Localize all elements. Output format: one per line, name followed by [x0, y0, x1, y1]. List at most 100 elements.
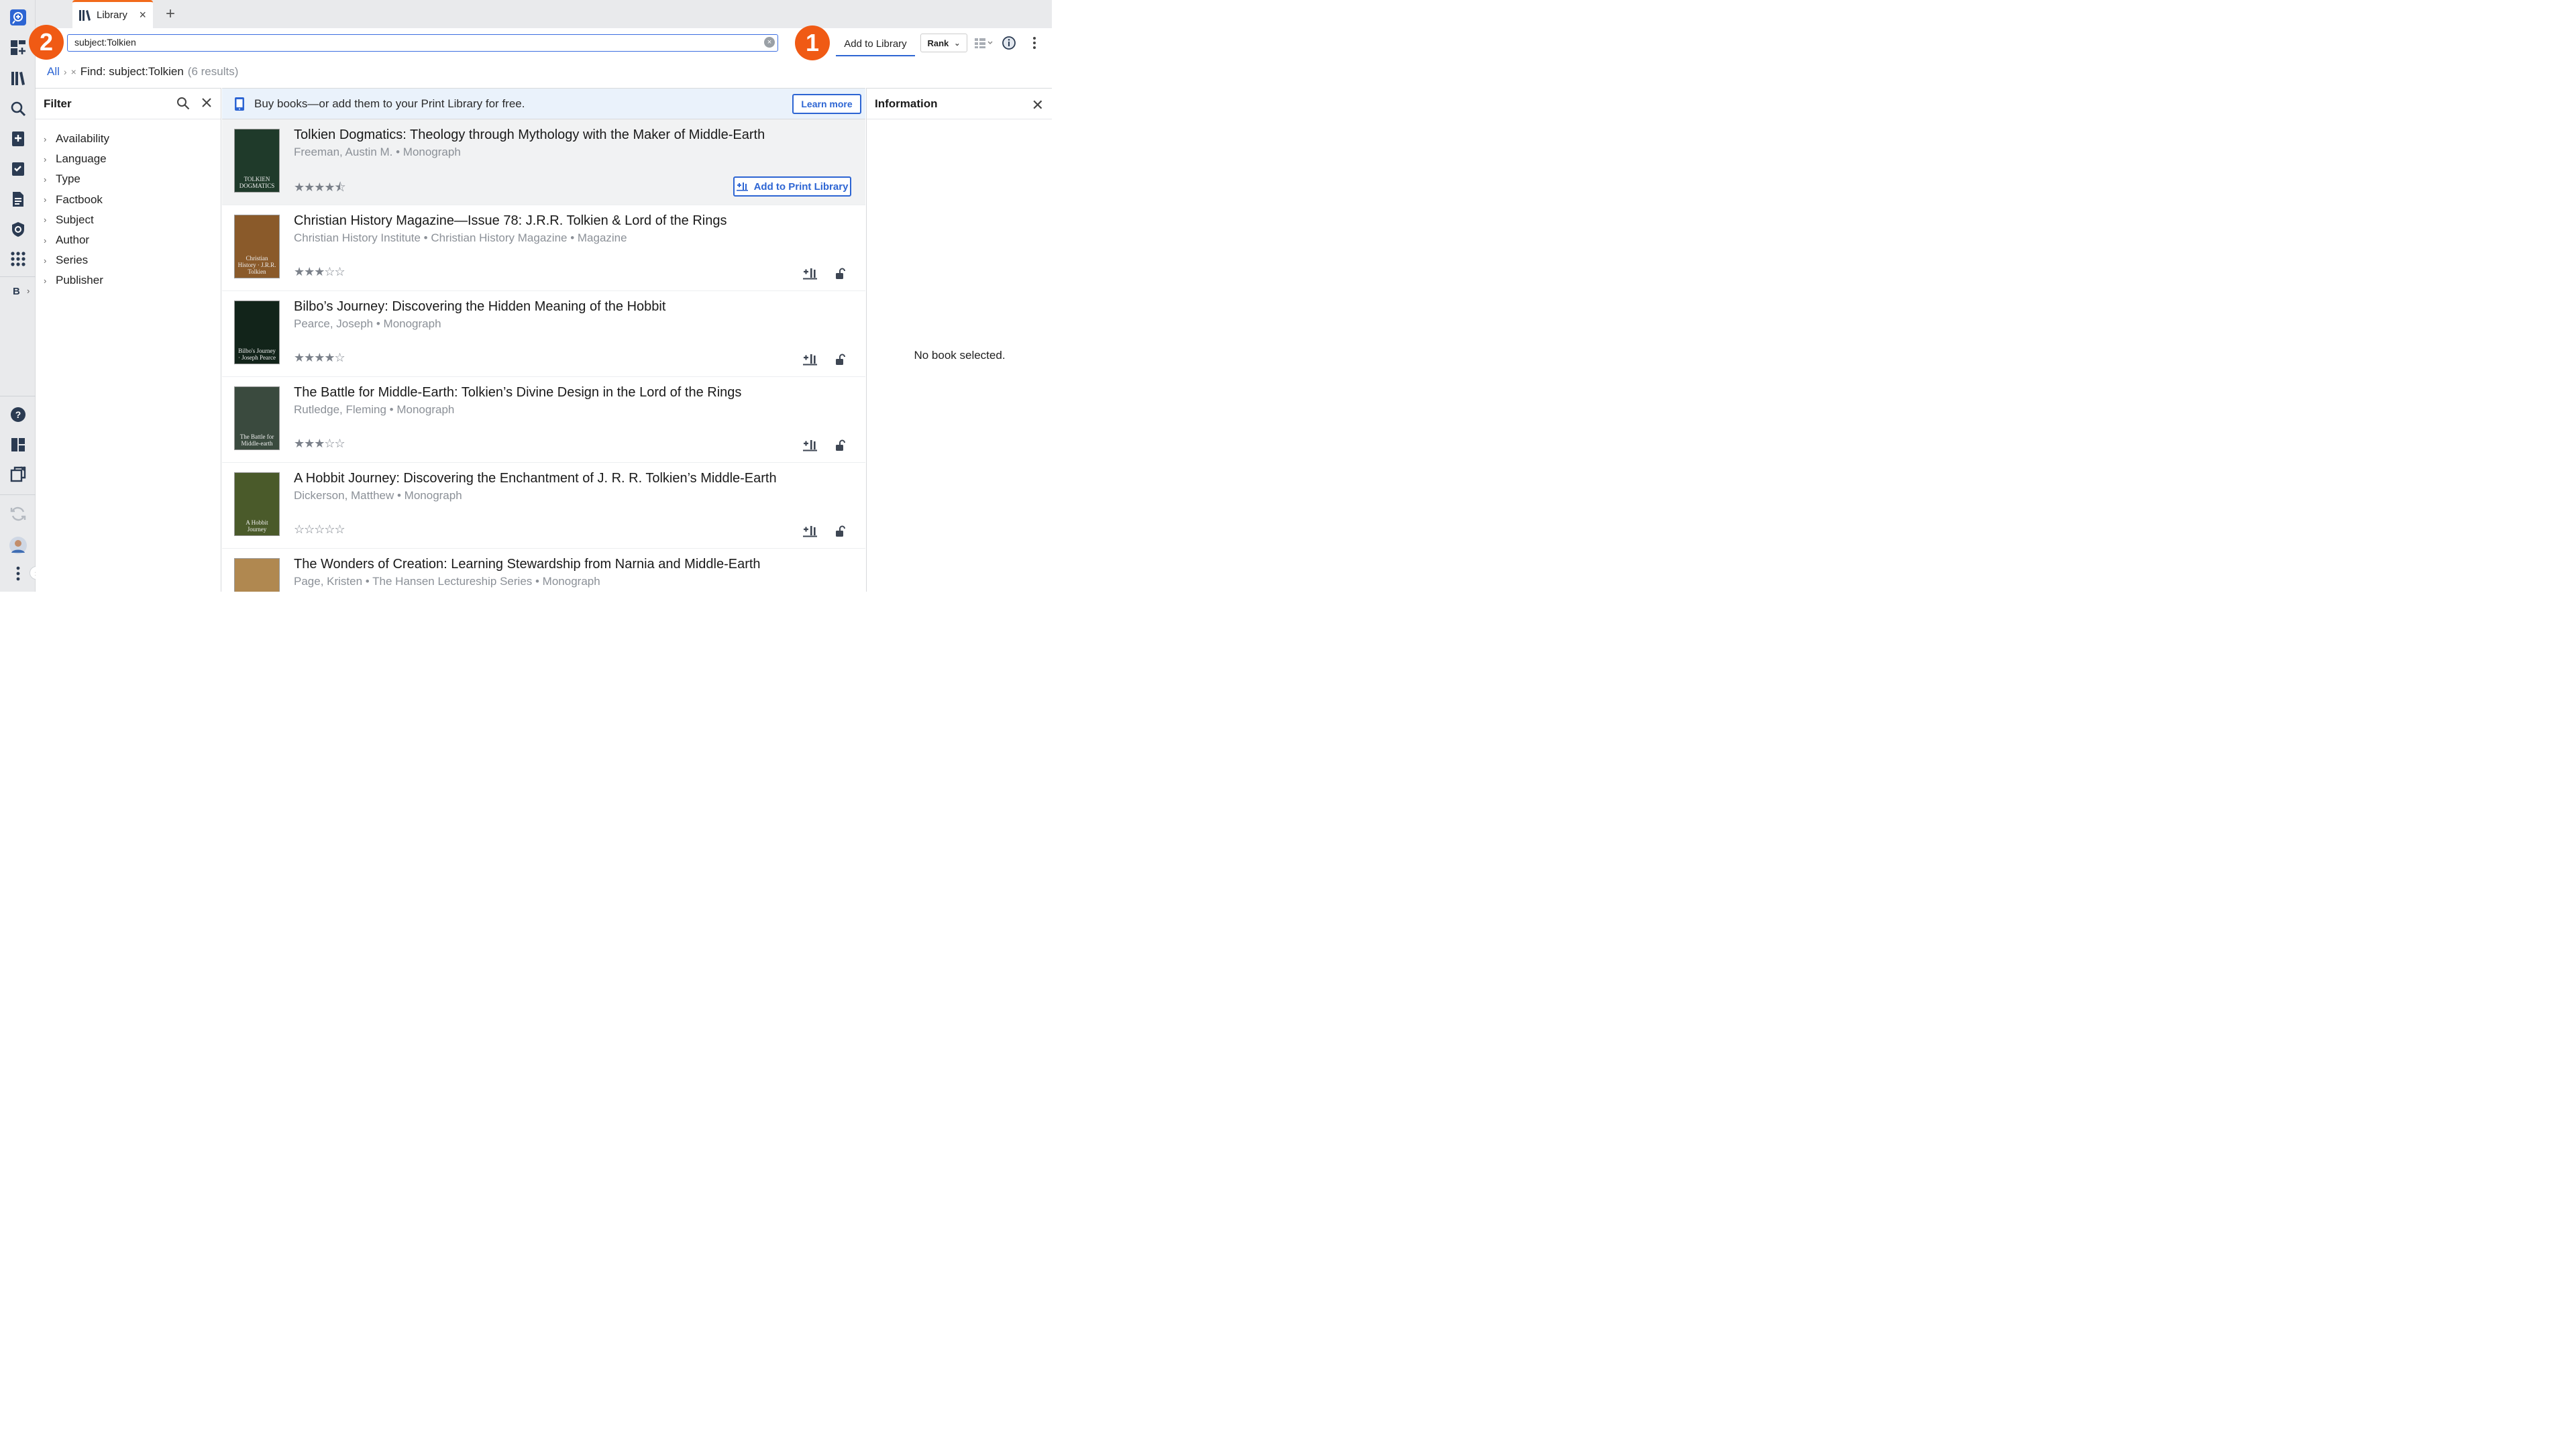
tab-close-icon[interactable]: ×: [139, 8, 146, 22]
rail-letter-b[interactable]: B: [13, 286, 20, 297]
more-options-icon[interactable]: [1026, 35, 1043, 51]
filter-panel: Filter › Availability › Language › Type › Fa…: [36, 88, 221, 592]
help-icon[interactable]: ?: [9, 405, 28, 424]
star-rating[interactable]: ★★★★⯪: [294, 179, 346, 199]
information-close-icon[interactable]: ✕: [1032, 97, 1044, 114]
filter-item-type[interactable]: › Type: [36, 169, 221, 189]
filter-title: Filter: [44, 97, 72, 110]
chevron-right-icon: ›: [44, 195, 47, 205]
filter-item-label: Subject: [56, 213, 94, 226]
information-title: Information: [875, 97, 938, 110]
search-input[interactable]: subject:Tolkien: [67, 34, 778, 52]
result-row[interactable]: Bilbo's Journey · Joseph Pearce Bilbo’s J…: [222, 291, 865, 377]
star-rating[interactable]: ★★★★☆: [294, 351, 345, 365]
rail-divider: [0, 276, 36, 277]
new-tab-button[interactable]: +: [160, 4, 180, 24]
unlock-icon[interactable]: [833, 353, 849, 366]
avatar[interactable]: [9, 536, 28, 555]
book-title[interactable]: A Hobbit Journey: Discovering the Enchan…: [294, 471, 777, 486]
filter-item-label: Type: [56, 172, 80, 186]
book-meta: Page, Kristen • The Hansen Lectureship S…: [294, 575, 600, 588]
more-vertical-icon[interactable]: [9, 564, 28, 583]
library-tab-icon: [79, 9, 91, 21]
book-title[interactable]: The Wonders of Creation: Learning Stewar…: [294, 557, 761, 572]
filter-item-availability[interactable]: › Availability: [36, 129, 221, 149]
breadcrumb: All › × Find: subject:Tolkien (6 results…: [47, 65, 238, 78]
book-cover[interactable]: The Wonders of Creation: [234, 558, 280, 592]
unlock-icon[interactable]: [833, 525, 849, 538]
result-row[interactable]: TOLKIEN DOGMATICS Tolkien Dogmatics: Theo…: [222, 119, 865, 205]
filter-item-label: Publisher: [56, 274, 103, 287]
add-to-print-icon[interactable]: [802, 439, 818, 452]
breadcrumb-remove-icon[interactable]: ×: [71, 66, 76, 77]
filter-item-factbook[interactable]: › Factbook: [36, 190, 221, 210]
chevron-right-icon: ›: [44, 174, 47, 184]
breadcrumb-separator: ›: [63, 66, 67, 77]
unlock-icon[interactable]: [833, 439, 849, 452]
book-cover[interactable]: The Battle for Middle-earth: [234, 386, 280, 450]
add-print-icon: [736, 182, 748, 191]
book-cover[interactable]: Bilbo's Journey · Joseph Pearce: [234, 301, 280, 364]
rail-expand-chevron-icon[interactable]: ›: [27, 286, 30, 296]
star-rating[interactable]: ☆☆☆☆☆: [294, 523, 345, 537]
filter-item-series[interactable]: › Series: [36, 250, 221, 270]
sync-icon[interactable]: [9, 504, 28, 523]
breadcrumb-current: Find: subject:Tolkien: [80, 65, 184, 78]
book-cover[interactable]: A Hobbit Journey: [234, 472, 280, 536]
add-to-print-icon[interactable]: [802, 353, 818, 366]
star-rating[interactable]: ★★★☆☆: [294, 437, 345, 451]
info-icon[interactable]: [1000, 35, 1018, 51]
left-rail: B › ? ›: [0, 0, 43, 592]
app-logo-icon[interactable]: [9, 8, 28, 27]
result-count: (6 results): [187, 65, 239, 78]
add-document-icon[interactable]: [9, 129, 28, 148]
shield-icon[interactable]: [9, 220, 28, 239]
filter-item-label: Language: [56, 152, 107, 166]
rank-dropdown[interactable]: Rank ⌄: [920, 34, 967, 52]
print-library-banner: Buy books—or add them to your Print Libr…: [222, 89, 865, 119]
book-cover-text: Christian History · J.R.R. Tolkien: [237, 255, 276, 275]
filter-item-label: Availability: [56, 132, 110, 146]
step-badge-1: 1: [795, 25, 830, 60]
book-cover[interactable]: Christian History · J.R.R. Tolkien: [234, 215, 280, 278]
search-icon[interactable]: [9, 99, 28, 118]
filter-item-subject[interactable]: › Subject: [36, 210, 221, 230]
add-to-print-icon[interactable]: [802, 267, 818, 280]
add-to-library-button[interactable]: Add to Library: [836, 32, 915, 56]
filter-close-icon[interactable]: [201, 97, 213, 109]
filter-item-author[interactable]: › Author: [36, 230, 221, 250]
filter-item-label: Series: [56, 254, 89, 267]
layout-icon[interactable]: [9, 435, 28, 454]
filter-search-icon[interactable]: [176, 97, 190, 110]
library-icon[interactable]: [9, 69, 28, 88]
checklist-icon[interactable]: [9, 160, 28, 178]
filter-item-publisher[interactable]: › Publisher: [36, 270, 221, 290]
result-row[interactable]: The Wonders of Creation The Wonders of Cr…: [222, 549, 865, 592]
result-row[interactable]: Christian History · J.R.R. Tolkien Christ…: [222, 205, 865, 291]
close-panels-icon[interactable]: [9, 465, 28, 484]
result-row[interactable]: A Hobbit Journey A Hobbit Journey: Discov…: [222, 463, 865, 549]
tab-library[interactable]: Library ×: [72, 0, 153, 28]
dashboard-icon[interactable]: [9, 38, 28, 57]
breadcrumb-all-link[interactable]: All: [47, 65, 60, 78]
learn-more-button[interactable]: Learn more: [792, 94, 861, 114]
document-icon[interactable]: [9, 190, 28, 209]
filter-item-label: Author: [56, 233, 90, 247]
book-title[interactable]: Tolkien Dogmatics: Theology through Myth…: [294, 127, 765, 143]
filter-list: › Availability › Language › Type › Factbook …: [36, 119, 221, 291]
search-clear-icon[interactable]: ×: [764, 37, 775, 48]
book-title[interactable]: Bilbo’s Journey: Discovering the Hidden …: [294, 299, 665, 315]
book-title[interactable]: Christian History Magazine—Issue 78: J.R…: [294, 213, 727, 229]
chevron-right-icon: ›: [44, 255, 47, 266]
unlock-icon[interactable]: [833, 267, 849, 280]
book-title[interactable]: The Battle for Middle-Earth: Tolkien’s D…: [294, 385, 741, 400]
view-mode-icon[interactable]: [973, 35, 995, 51]
add-to-print-library-button[interactable]: Add to Print Library: [733, 176, 851, 197]
information-panel: Information ✕ No book selected.: [866, 88, 1052, 592]
result-row[interactable]: The Battle for Middle-earth The Battle fo…: [222, 377, 865, 463]
apps-grid-icon[interactable]: [9, 250, 28, 268]
book-cover[interactable]: TOLKIEN DOGMATICS: [234, 129, 280, 193]
add-to-print-icon[interactable]: [802, 525, 818, 538]
filter-item-language[interactable]: › Language: [36, 149, 221, 169]
star-rating[interactable]: ★★★☆☆: [294, 265, 345, 279]
